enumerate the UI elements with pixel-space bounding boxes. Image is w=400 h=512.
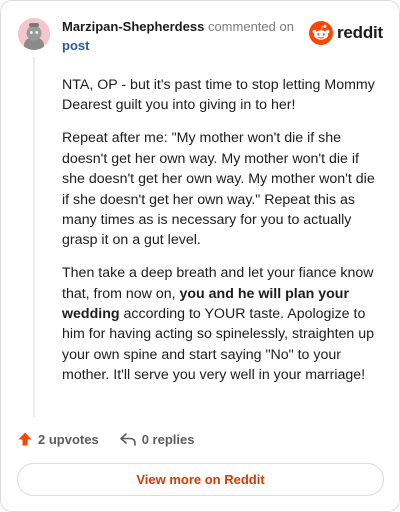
reply-button[interactable]: 0 replies xyxy=(119,431,195,447)
view-more-on-reddit-button[interactable]: View more on Reddit xyxy=(17,463,384,496)
reply-count: 0 replies xyxy=(141,431,195,447)
author-name[interactable]: Marzipan-Shepherdess xyxy=(62,19,204,34)
comment-paragraph: Repeat after me: "My mother won't die if… xyxy=(62,130,375,249)
comment-footer: 2 upvotes 0 replies xyxy=(17,429,194,449)
upvote-arrow-icon xyxy=(18,432,32,446)
user-avatar-icon xyxy=(18,18,50,50)
post-link[interactable]: post xyxy=(62,36,298,55)
avatar[interactable] xyxy=(18,18,50,50)
upvote-count: 2 upvotes xyxy=(38,431,99,447)
comment-header: Marzipan-Shepherdess commented on post xyxy=(62,17,298,55)
comment-body: NTA, OP - but it's past time to stop let… xyxy=(62,75,382,398)
comment-paragraph: Then take a deep breath and let your fia… xyxy=(62,263,382,385)
reddit-logo-icon xyxy=(308,21,333,45)
reply-icon xyxy=(119,433,136,446)
reddit-wordmark: reddit xyxy=(336,23,383,42)
comment-paragraph: NTA, OP - but it's past time to stop let… xyxy=(62,77,375,114)
upvote-button[interactable]: 2 upvotes xyxy=(17,431,99,447)
reddit-comment-embed: Marzipan-Shepherdess commented on post r… xyxy=(0,0,400,512)
commented-on-text: commented on xyxy=(207,19,294,34)
reddit-brand[interactable]: reddit xyxy=(308,21,383,45)
thread-line xyxy=(33,57,35,417)
